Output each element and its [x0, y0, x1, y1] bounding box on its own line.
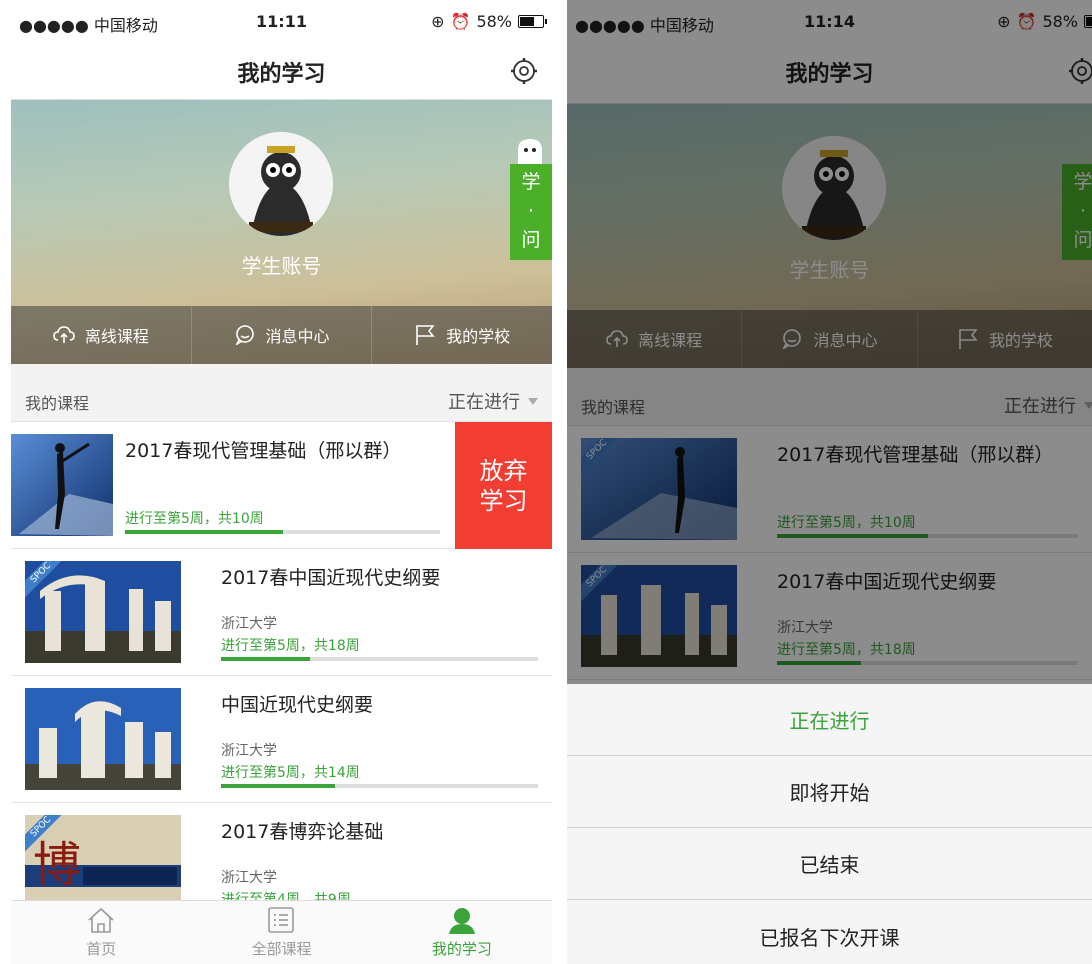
- tab-bar: 首页 全部课程 我的学习: [11, 900, 552, 964]
- course-school: 浙江大学: [221, 743, 277, 759]
- course-item[interactable]: SPOC 2017春中国近现代史纲要 浙江大学 进行至第5周，共18周: [11, 549, 552, 676]
- progress-bar: [221, 657, 538, 661]
- ask-tab-char: 问: [521, 229, 541, 251]
- course-progress-text: 进行至第5周，共10周: [125, 511, 264, 527]
- menu-message-center[interactable]: 消息中心: [192, 306, 373, 364]
- filter-action-sheet: 正在进行 即将开始 已结束 已报名下次开课: [567, 684, 1092, 964]
- cloud-upload-icon: [53, 326, 75, 343]
- profile-menu: 离线课程 消息中心 我的学校: [11, 306, 552, 364]
- course-thumbnail: [11, 434, 113, 536]
- list-icon: [268, 907, 295, 933]
- filter-value: 正在进行: [448, 392, 520, 413]
- status-filter-dropdown[interactable]: 正在进行: [448, 388, 538, 414]
- avatar[interactable]: [229, 132, 333, 236]
- course-title: 2017春现代管理基础（邢以群）: [125, 440, 402, 462]
- course-thumbnail: 博 SPOC: [25, 815, 181, 900]
- status-bar: ●●●●● 中国移动 11:11 ⊕ ⏰ 58%: [11, 0, 552, 46]
- menu-offline-courses[interactable]: 离线课程: [11, 306, 192, 364]
- abandon-label: 学习: [479, 486, 528, 515]
- nav-bar: 我的学习: [11, 46, 552, 100]
- ask-tab-dot: ·: [527, 200, 535, 222]
- course-list: 2017春现代管理基础（邢以群） 进行至第5周，共10周 放弃 学习 SPOC …: [11, 422, 552, 900]
- caret-down-icon: [528, 397, 538, 405]
- filter-option-upcoming[interactable]: 即将开始: [567, 756, 1092, 828]
- course-school: 浙江大学: [221, 616, 277, 632]
- svg-text:博: 博: [33, 837, 81, 893]
- filter-option-in-progress[interactable]: 正在进行: [567, 684, 1092, 756]
- tab-my-learning[interactable]: 我的学习: [372, 901, 552, 964]
- course-item[interactable]: 博 SPOC 2017春博弈论基础 浙江大学 进行至第4周，共9周: [11, 803, 552, 900]
- course-thumbnail: SPOC: [25, 561, 181, 663]
- profile-banner: 学生账号 学 · 问 离线课程 消息中心 我的学校: [11, 100, 552, 364]
- alarm-icon: ⏰: [450, 12, 471, 31]
- tab-label: 首页: [86, 940, 117, 958]
- battery-status: ⊕ ⏰ 58%: [431, 12, 547, 31]
- menu-my-school[interactable]: 我的学校: [372, 306, 552, 364]
- courses-header: 我的课程 正在进行: [11, 364, 552, 422]
- course-title: 中国近现代史纲要: [221, 694, 374, 716]
- modal-backdrop[interactable]: [567, 0, 1092, 684]
- menu-label: 离线课程: [84, 327, 149, 346]
- tab-label: 我的学习: [431, 940, 492, 958]
- menu-label: 我的学校: [446, 327, 511, 346]
- abandon-label: 放弃: [479, 456, 528, 485]
- progress-bar: [125, 530, 440, 534]
- filter-option-ended[interactable]: 已结束: [567, 828, 1092, 900]
- page-title: 我的学习: [237, 62, 326, 87]
- ask-question-tab[interactable]: 学 · 问: [510, 164, 552, 260]
- flag-icon: [416, 325, 435, 345]
- ask-tab-char: 学: [521, 171, 541, 193]
- tab-label: 全部课程: [251, 940, 312, 958]
- course-item[interactable]: 2017春现代管理基础（邢以群） 进行至第5周，共10周 放弃 学习: [11, 422, 552, 549]
- course-progress-text: 进行至第5周，共14周: [221, 765, 360, 781]
- filter-option-next-session[interactable]: 已报名下次开课: [567, 900, 1092, 964]
- tab-all-courses[interactable]: 全部课程: [191, 901, 371, 964]
- battery-percent: 58%: [476, 12, 512, 31]
- abandon-course-button[interactable]: 放弃 学习: [455, 422, 552, 549]
- screen-right: ●●●●● 中国移动 11:14 ⊕ ⏰ 58% 我的学习 学生账号 学 · 问…: [567, 0, 1092, 964]
- course-progress-text: 进行至第4周，共9周: [221, 892, 351, 900]
- course-school: 浙江大学: [221, 870, 277, 886]
- course-title: 2017春中国近现代史纲要: [221, 567, 441, 589]
- menu-label: 消息中心: [265, 327, 330, 346]
- battery-icon: [518, 15, 547, 28]
- lock-rotation-icon: ⊕: [431, 12, 445, 31]
- course-thumbnail: [25, 688, 181, 790]
- username: 学生账号: [241, 254, 322, 278]
- progress-bar: [221, 784, 538, 788]
- course-item[interactable]: 中国近现代史纲要 浙江大学 进行至第5周，共14周: [11, 676, 552, 803]
- profile-icon: [448, 908, 475, 934]
- settings-icon[interactable]: [510, 57, 538, 85]
- tab-home[interactable]: 首页: [11, 901, 191, 964]
- course-title: 2017春博弈论基础: [221, 821, 384, 843]
- course-progress-text: 进行至第5周，共18周: [221, 638, 360, 654]
- chat-icon: [235, 325, 254, 345]
- home-icon: [88, 907, 114, 933]
- my-courses-label: 我的课程: [25, 394, 90, 413]
- screen-left: ●●●●● 中国移动 11:11 ⊕ ⏰ 58% 我的学习 学生账号 学 · 问…: [11, 0, 552, 964]
